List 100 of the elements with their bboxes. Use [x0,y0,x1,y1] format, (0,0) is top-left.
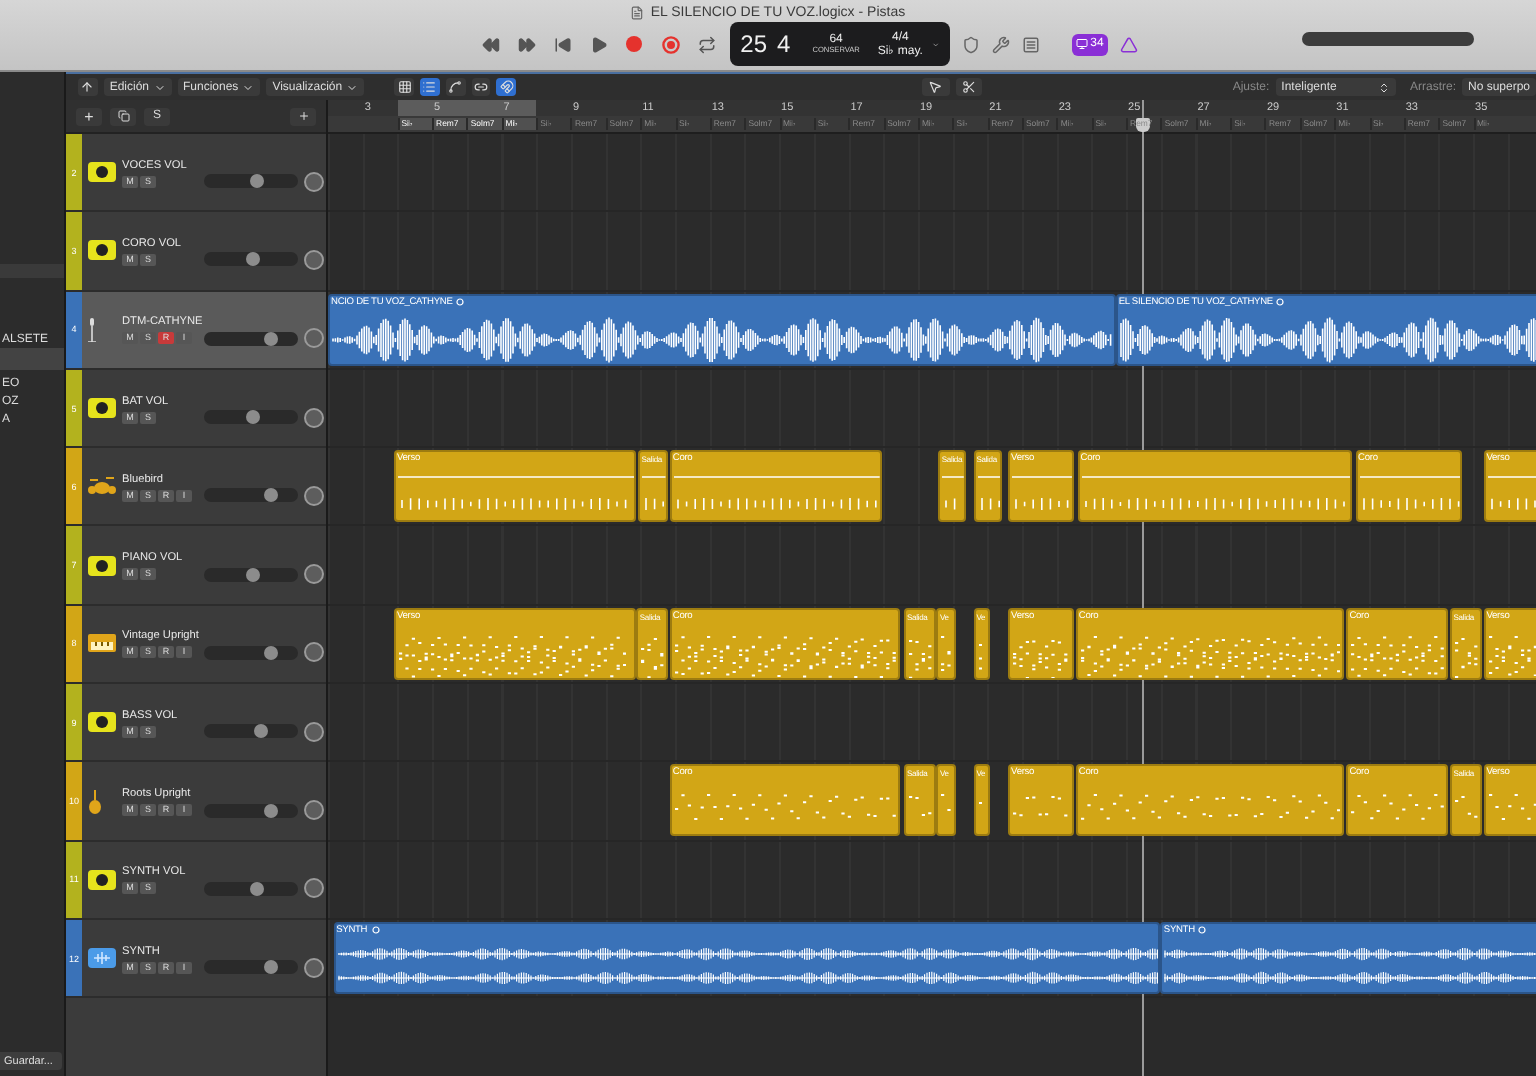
slider-thumb[interactable] [264,803,279,818]
pan-knob[interactable] [304,249,324,270]
midi-notes-drawing [640,637,665,679]
volume-slider[interactable] [204,488,298,503]
pan-knob[interactable] [304,878,324,899]
microphone-icon [88,317,96,342]
transport-button[interactable] [550,32,575,56]
chevron-icon[interactable] [932,37,941,51]
pan-knob[interactable] [304,407,324,428]
magnet-icon [499,80,514,94]
link-icon [473,80,488,94]
drum-hits-drawing [1012,476,1072,511]
drum-hits-drawing [642,476,667,511]
cycle-icon [697,35,716,53]
volume-slider[interactable] [204,803,298,818]
folder-button[interactable] [290,107,316,125]
volume-slider[interactable] [204,410,298,425]
midi-notes-drawing [940,794,952,812]
chevron-icon [346,81,359,93]
midi-notes-drawing [940,636,952,672]
up-arrow-button[interactable] [78,78,98,96]
volume-slider[interactable] [204,331,298,346]
upright-bass-icon [88,789,102,814]
slider-thumb[interactable] [264,960,279,975]
play-icon [589,35,608,53]
midi-notes-drawing [1487,793,1536,820]
monitor-icon [1076,38,1089,50]
midi-notes-drawing [908,639,932,679]
knob-icon [88,240,116,261]
sidebar-field[interactable] [0,264,64,278]
wrench-icon[interactable] [992,35,1011,53]
midi-notes-drawing [1454,795,1478,818]
volume-slider[interactable] [204,960,298,975]
slider-thumb[interactable] [249,174,264,189]
pan-knob[interactable] [304,957,324,978]
transport-button[interactable] [658,32,683,56]
volume-slider[interactable] [204,567,298,582]
link-button[interactable] [471,78,491,96]
drum-hits-drawing [942,476,965,511]
volume-slider[interactable] [204,724,298,739]
record-icon [626,36,643,52]
pan-knob[interactable] [304,800,324,821]
volume-slider[interactable] [204,645,298,660]
volume-slider[interactable] [204,881,298,896]
pan-knob[interactable] [304,485,324,506]
snap-button[interactable] [496,78,517,96]
volume-slider[interactable] [204,174,298,189]
pan-knob[interactable] [304,328,324,349]
midi-notes-drawing [1012,796,1068,818]
knob-icon [88,555,116,576]
drum-hits-drawing [1487,476,1536,511]
midi-notes-drawing [1012,639,1068,679]
rewind-icon [481,35,500,53]
transport-button[interactable] [514,32,539,56]
slider-thumb[interactable] [246,410,261,425]
pan-knob[interactable] [304,642,324,663]
loop-icon [371,926,380,935]
loop-icon [1198,926,1207,935]
fast-forward-icon [517,35,536,53]
midi-notes-drawing [1487,636,1536,677]
loop-icon [1276,298,1285,307]
triangle-icon[interactable] [1119,35,1138,53]
slider-thumb[interactable] [264,331,279,346]
slider-thumb[interactable] [264,488,279,503]
pan-knob[interactable] [304,721,324,742]
midi-notes-drawing [1454,638,1478,679]
curve-button[interactable] [445,78,466,96]
volume-slider[interactable] [204,252,298,267]
up-arrow-icon [80,80,95,94]
pan-knob[interactable] [304,171,324,192]
midi-notes-drawing [1350,636,1445,678]
scissors-tool-button[interactable] [955,78,983,96]
shield-icon[interactable] [962,35,981,53]
menu-square-icon[interactable] [1022,35,1041,53]
pointer-tool-button[interactable] [922,78,950,96]
midi-notes-drawing [908,796,932,817]
waveform-icon [88,948,116,969]
drum-hits-drawing [1359,476,1461,511]
pan-knob[interactable] [304,564,324,585]
document-icon [630,6,645,20]
transport-button[interactable] [478,32,503,56]
grid-button[interactable] [394,78,414,96]
slider-thumb[interactable] [249,881,264,896]
list-icon [422,80,437,94]
knob-icon [88,869,116,890]
curve-icon [448,80,463,94]
add-track-button[interactable]: + [76,107,102,125]
chevron-icon [242,81,255,93]
transport-button[interactable] [622,32,647,56]
skip-back-icon [553,35,572,53]
slider-thumb[interactable] [264,645,279,660]
transport-button[interactable] [694,32,719,56]
duplicate-button[interactable] [110,107,136,125]
knob-icon [88,712,116,733]
list-button[interactable] [419,78,440,96]
drum-hits-drawing [977,476,1001,511]
midi-notes-drawing [977,644,982,671]
slider-thumb[interactable] [246,252,261,267]
slider-thumb[interactable] [253,724,268,739]
slider-thumb[interactable] [246,567,261,582]
